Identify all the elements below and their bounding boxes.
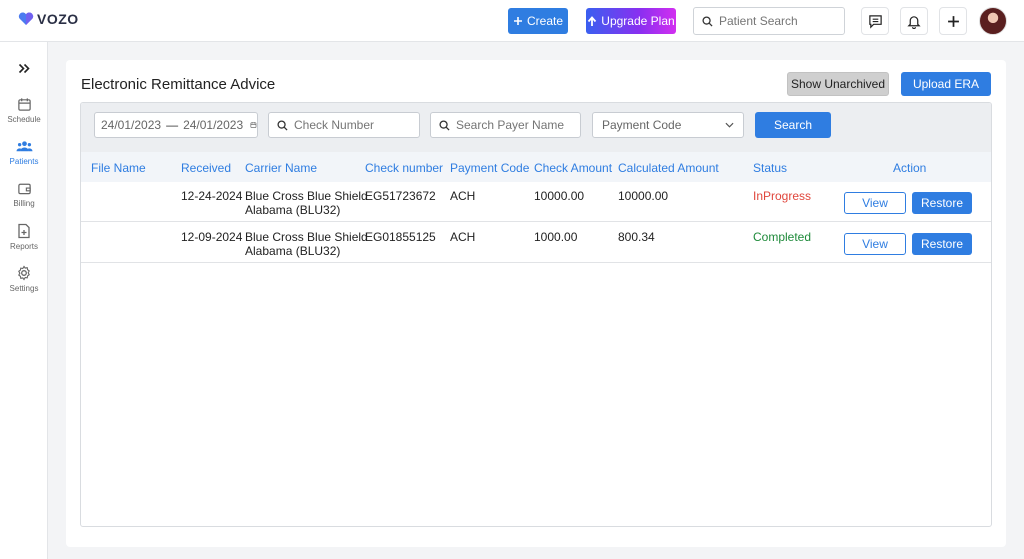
notifications-button[interactable] [900, 7, 928, 35]
column-header: Action [893, 161, 927, 175]
cell-payment-code: ACH [450, 230, 476, 244]
sidebar-item-label: Reports [9, 242, 38, 251]
check-number-box[interactable] [268, 112, 420, 138]
upload-era-button[interactable]: Upload ERA [901, 72, 991, 96]
payment-code-placeholder: Payment Code [602, 118, 682, 132]
cell-check-number: EG51723672 [365, 189, 436, 203]
message-icon [868, 14, 882, 29]
cell-check-number: EG01855125 [365, 230, 436, 244]
sidebar-expand-button[interactable] [13, 58, 35, 78]
view-button[interactable]: View [844, 192, 906, 214]
calendar-icon [250, 122, 257, 128]
plus-icon [513, 17, 522, 25]
date-from: 24/01/2023 [101, 118, 162, 132]
cell-carrier-name: Blue Cross Blue Shield Alabama (BLU32) [245, 189, 368, 217]
double-chevron-right-icon [18, 63, 30, 73]
era-table-panel: 24/01/2023 — 24/01/2023 Payment Code Sea… [80, 102, 992, 527]
arrow-up-icon [588, 15, 597, 26]
column-header[interactable]: Check Amount [534, 161, 612, 175]
page-title: Electronic Remittance Advice [81, 76, 276, 93]
messages-button[interactable] [861, 7, 889, 35]
sidebar-item-label: Settings [9, 284, 39, 293]
carrier-line-1: Blue Cross Blue Shield [245, 189, 368, 203]
cell-received: 12-24-2024 [181, 189, 243, 203]
sidebar-item-settings[interactable]: Settings [0, 265, 48, 303]
payer-search-input[interactable] [456, 118, 566, 132]
date-separator: — [166, 118, 179, 132]
search-icon [439, 119, 450, 131]
top-header: VOZO Create Upgrade Plan [0, 0, 1024, 42]
restore-button[interactable]: Restore [912, 233, 972, 255]
column-header[interactable]: File Name [91, 161, 146, 175]
logo-text: VOZO [37, 11, 79, 27]
carrier-line-2: Alabama (BLU32) [245, 203, 341, 217]
sidebar-item-schedule[interactable]: Schedule [0, 97, 48, 135]
cell-check-amount: 10000.00 [534, 189, 585, 203]
heart-logo-icon [18, 12, 34, 25]
calendar-icon [17, 98, 31, 111]
date-range-picker[interactable]: 24/01/2023 — 24/01/2023 [94, 112, 258, 138]
gear-icon [18, 265, 30, 281]
carrier-line-1: Blue Cross Blue Shield [245, 230, 368, 244]
column-header[interactable]: Status [753, 161, 787, 175]
patient-search-box[interactable] [693, 7, 845, 35]
column-header[interactable]: Check number [365, 161, 443, 175]
column-header[interactable]: Payment Code [450, 161, 529, 175]
status-badge: InProgress [753, 189, 812, 203]
check-number-input[interactable] [294, 118, 404, 132]
table-row: 12-24-2024 Blue Cross Blue Shield Alabam… [81, 182, 991, 222]
create-label: Create [526, 14, 564, 28]
search-icon [277, 119, 288, 131]
upgrade-label: Upgrade Plan [601, 14, 675, 28]
sidebar-item-reports[interactable]: Reports [0, 223, 48, 261]
cell-payment-code: ACH [450, 189, 476, 203]
restore-button[interactable]: Restore [912, 192, 972, 214]
carrier-line-2: Alabama (BLU32) [245, 244, 341, 258]
bell-icon [907, 15, 921, 29]
payment-code-select[interactable]: Payment Code [592, 112, 744, 138]
users-icon [16, 141, 32, 152]
user-avatar[interactable] [979, 7, 1007, 35]
cell-calculated-amount: 800.34 [618, 230, 655, 244]
sidebar-item-billing[interactable]: Billing [0, 181, 48, 219]
show-unarchived-button[interactable]: Show Unarchived [787, 72, 889, 96]
plus-icon [947, 15, 959, 27]
create-button[interactable]: Create [508, 8, 568, 34]
table-row: 12-09-2024 Blue Cross Blue Shield Alabam… [81, 223, 991, 263]
search-icon [702, 15, 713, 27]
sidebar-item-patients[interactable]: Patients [0, 139, 48, 177]
cell-calculated-amount: 10000.00 [618, 189, 669, 203]
date-to: 24/01/2023 [183, 118, 244, 132]
patient-search-input[interactable] [719, 14, 839, 28]
vozo-logo[interactable]: VOZO [18, 11, 79, 27]
payer-search-box[interactable] [430, 112, 581, 138]
cell-check-amount: 1000.00 [534, 230, 578, 244]
sidebar-item-label: Schedule [7, 115, 41, 124]
report-icon [18, 223, 30, 239]
column-header[interactable]: Calculated Amount [618, 161, 719, 175]
era-card: Electronic Remittance Advice Show Unarch… [66, 60, 1006, 547]
column-header[interactable]: Received [181, 161, 231, 175]
table-header: File Name Received Carrier Name Check nu… [81, 152, 991, 182]
sidebar-item-label: Patients [9, 157, 39, 166]
status-badge: Completed [753, 230, 812, 244]
sidebar: Schedule Patients Billing Reports Settin… [0, 42, 48, 559]
upgrade-plan-button[interactable]: Upgrade Plan [586, 8, 676, 34]
sidebar-item-label: Billing [13, 199, 35, 208]
cell-received: 12-09-2024 [181, 230, 243, 244]
filter-bar: 24/01/2023 — 24/01/2023 Payment Code Sea… [81, 103, 991, 152]
view-button[interactable]: View [844, 233, 906, 255]
cell-carrier-name: Blue Cross Blue Shield Alabama (BLU32) [245, 230, 368, 258]
wallet-icon [17, 183, 31, 195]
search-button[interactable]: Search [755, 112, 831, 138]
chevron-down-icon [725, 122, 734, 128]
quick-add-button[interactable] [939, 7, 967, 35]
column-header[interactable]: Carrier Name [245, 161, 317, 175]
